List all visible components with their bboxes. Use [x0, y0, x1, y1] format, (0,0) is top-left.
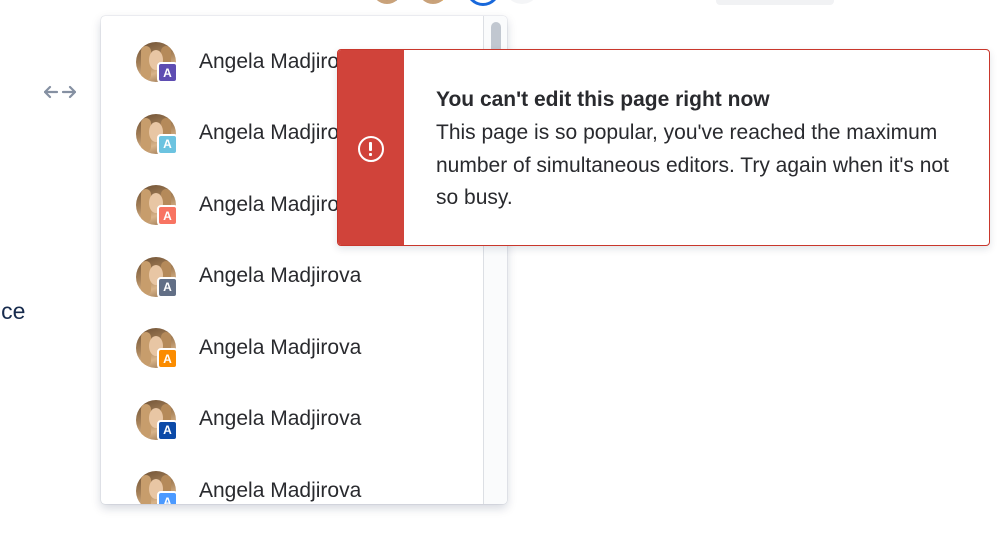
user-name: Angela Madjirova	[199, 335, 362, 359]
expand-width-icon[interactable]	[44, 84, 76, 100]
avatar: A	[136, 399, 178, 441]
avatar-badge: A	[157, 491, 178, 504]
user-list-item[interactable]: A Angela Madjirova	[101, 312, 483, 383]
avatar[interactable]	[372, 0, 402, 4]
avatar: A	[136, 471, 178, 504]
user-name: Angela Madjirova	[199, 478, 362, 502]
flag-accent	[338, 50, 404, 245]
avatar-badge: A	[157, 62, 178, 83]
avatar: A	[136, 185, 178, 226]
user-list-item[interactable]: A Angela Madjirova	[101, 384, 483, 455]
user-list-item[interactable]: A Angela Madjirova	[101, 241, 483, 312]
user-list-item[interactable]: A Angela Madjirova	[101, 455, 483, 504]
avatar-badge	[396, 0, 402, 4]
avatar-badge: A	[157, 419, 178, 441]
flag-message: This page is so popular, you've reached …	[436, 121, 949, 209]
avatar-badge: A	[157, 133, 178, 155]
avatar-badge: A	[157, 205, 178, 226]
avatar: A	[136, 113, 178, 155]
avatar-badge: A	[157, 276, 178, 298]
avatar: A	[136, 328, 178, 369]
avatar-badge: A	[157, 348, 178, 369]
avatar: A	[136, 42, 178, 83]
avatar-badge	[442, 0, 448, 4]
more-collaborators-button[interactable]	[466, 0, 500, 6]
toolbar-button[interactable]	[504, 0, 540, 4]
error-icon	[358, 136, 384, 162]
flag-title: You can't edit this page right now	[436, 88, 770, 111]
toolbar-pill[interactable]	[716, 0, 834, 5]
error-flag: You can't edit this page right now This …	[337, 49, 990, 246]
user-name: Angela Madjirova	[199, 407, 362, 430]
avatar[interactable]	[418, 0, 448, 4]
page-text-fragment: ice	[0, 298, 26, 324]
user-name: Angela Madjirova	[199, 264, 362, 287]
collaborator-avatars	[372, 0, 540, 6]
avatar: A	[136, 256, 178, 298]
